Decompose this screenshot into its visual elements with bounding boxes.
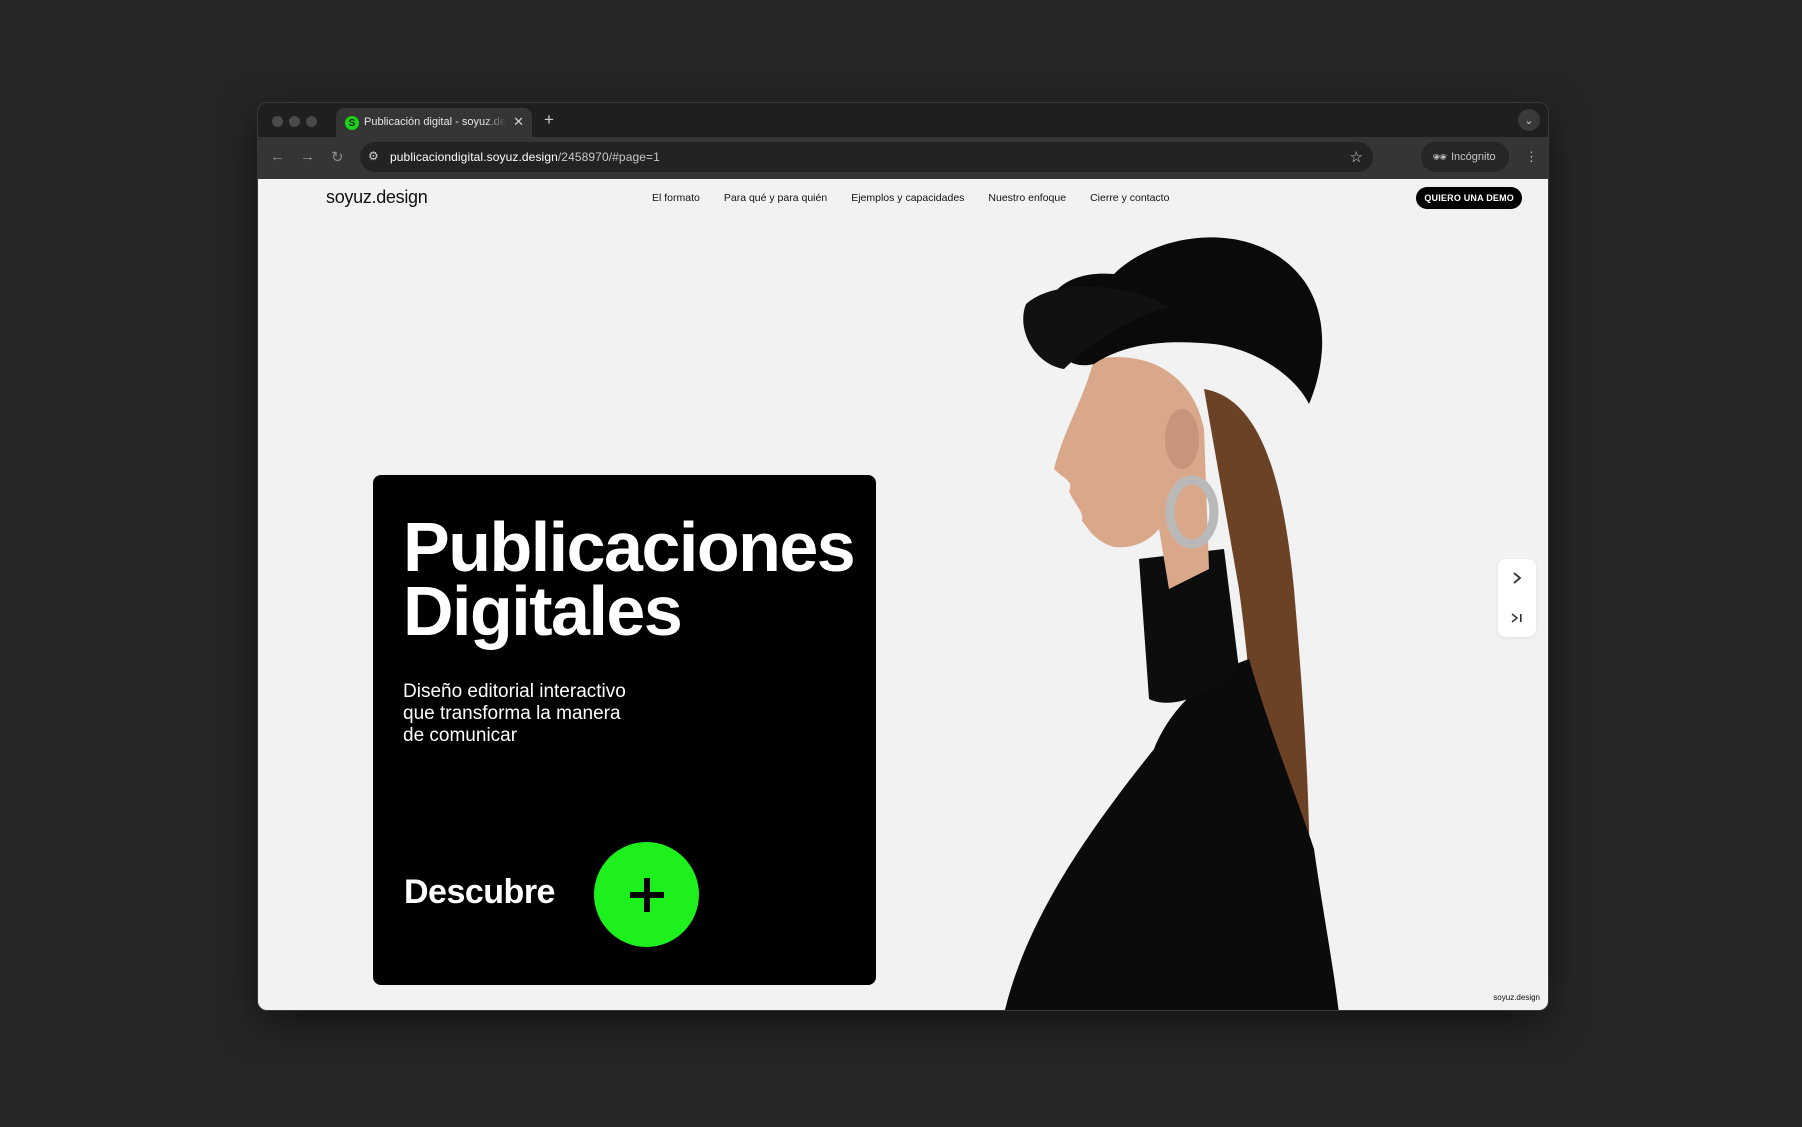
new-tab-icon[interactable]: + bbox=[544, 110, 554, 130]
close-window-button[interactable] bbox=[272, 116, 283, 127]
next-page-button[interactable] bbox=[1498, 559, 1536, 597]
minimize-window-button[interactable] bbox=[289, 116, 300, 127]
star-icon[interactable]: ☆ bbox=[1350, 148, 1363, 166]
plus-icon bbox=[629, 877, 664, 912]
nav-item-enfoque[interactable]: Nuestro enfoque bbox=[988, 192, 1066, 204]
toolbar: ← → ↻ ⚙ publicaciondigital.soyuz.design/… bbox=[258, 137, 1548, 179]
tab-search-icon[interactable]: ⌄ bbox=[1518, 109, 1540, 131]
close-tab-icon[interactable]: ✕ bbox=[513, 114, 524, 130]
favicon-icon: S bbox=[345, 116, 359, 130]
incognito-badge[interactable]: 🕶 Incógnito bbox=[1421, 142, 1509, 172]
nav-item-formato[interactable]: El formato bbox=[652, 192, 700, 204]
reload-icon[interactable]: ↻ bbox=[331, 148, 344, 166]
site-info-icon[interactable]: ⚙ bbox=[368, 149, 379, 163]
browser-window: S Publicación digital - soyuz.design ✕ +… bbox=[257, 102, 1549, 1011]
more-menu-icon[interactable]: ⋮ bbox=[1525, 149, 1538, 165]
page-controls bbox=[1498, 559, 1536, 637]
site-logo[interactable]: soyuz.design bbox=[326, 187, 428, 208]
chevron-right-icon bbox=[1513, 572, 1522, 584]
hero-title: Publicaciones Digitales bbox=[403, 508, 863, 650]
demo-button[interactable]: QUIERO UNA DEMO bbox=[1416, 187, 1522, 209]
hero-subtitle: Diseño editorial interactivo que transfo… bbox=[403, 681, 673, 747]
url-text[interactable]: publicaciondigital.soyuz.design/2458970/… bbox=[390, 150, 660, 164]
incognito-icon: 🕶 bbox=[1432, 150, 1448, 164]
discover-button[interactable] bbox=[594, 842, 699, 947]
last-page-button[interactable] bbox=[1498, 599, 1536, 637]
url-host: publicaciondigital.soyuz.design bbox=[390, 150, 558, 164]
model-photo bbox=[1005, 237, 1339, 1010]
active-tab[interactable]: S Publicación digital - soyuz.design ✕ bbox=[336, 108, 532, 137]
hero-subtitle-line-3: de comunicar bbox=[403, 725, 518, 746]
nav-item-para-que[interactable]: Para qué y para quién bbox=[724, 192, 827, 204]
hero-card: Publicaciones Digitales Diseño editorial… bbox=[373, 475, 876, 985]
skip-to-end-icon bbox=[1511, 613, 1522, 623]
hero-subtitle-line-2: que transforma la manera bbox=[403, 703, 621, 724]
nav-item-contacto[interactable]: Cierre y contacto bbox=[1090, 192, 1169, 204]
hero-subtitle-line-1: Diseño editorial interactivo bbox=[403, 681, 626, 702]
incognito-label: Incógnito bbox=[1451, 151, 1496, 163]
tab-title: Publicación digital - soyuz.design bbox=[364, 116, 506, 128]
address-bar[interactable]: ⚙ publicaciondigital.soyuz.design/245897… bbox=[360, 142, 1373, 172]
arrow-right-icon[interactable]: → bbox=[300, 148, 315, 165]
main-nav: El formato Para qué y para quién Ejemplo… bbox=[652, 192, 1193, 204]
maximize-window-button[interactable] bbox=[306, 116, 317, 127]
discover-label[interactable]: Descubre bbox=[404, 873, 555, 912]
hero-title-line-2: Digitales bbox=[403, 572, 683, 650]
watermark: soyuz.design bbox=[1493, 993, 1540, 1002]
tab-strip: S Publicación digital - soyuz.design ✕ +… bbox=[258, 103, 1548, 137]
nav-item-ejemplos[interactable]: Ejemplos y capacidades bbox=[851, 192, 964, 204]
url-path: /2458970/#page=1 bbox=[557, 150, 660, 164]
web-page: soyuz.design El formato Para qué y para … bbox=[258, 179, 1548, 1010]
arrow-left-icon[interactable]: ← bbox=[270, 148, 285, 165]
hero-title-line-1: Publicaciones bbox=[403, 508, 856, 586]
